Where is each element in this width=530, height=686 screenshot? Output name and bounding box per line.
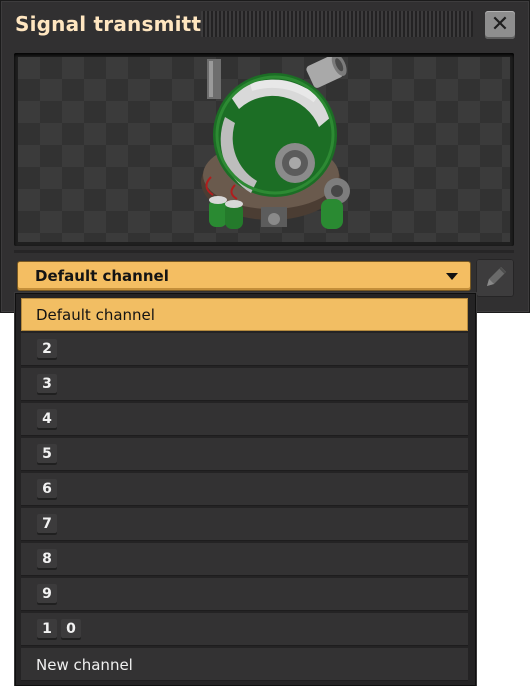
list-item-channel[interactable]: 3: [21, 368, 468, 401]
list-item-channel[interactable]: 6: [21, 473, 468, 506]
list-item-new-channel[interactable]: New channel: [21, 648, 468, 681]
separator: [14, 250, 514, 253]
digit-key: 2: [37, 339, 57, 360]
digit-key: 5: [37, 444, 57, 465]
entity-preview-frame: [14, 53, 514, 246]
list-item-channel[interactable]: 5: [21, 438, 468, 471]
window-title: Signal transmitter: [15, 12, 226, 36]
list-item-label: Default channel: [36, 306, 155, 324]
signal-transmitter-window: Signal transmitter ✕ Default channel: [0, 0, 530, 313]
drag-handle[interactable]: [201, 11, 473, 37]
channel-number: 6: [37, 479, 57, 500]
list-item-label: New channel: [36, 656, 133, 674]
digit-key: 0: [61, 619, 81, 640]
digit-key: 9: [37, 584, 57, 605]
digit-key: 6: [37, 479, 57, 500]
channel-number: 10: [37, 619, 81, 640]
edit-channel-button[interactable]: [476, 259, 514, 297]
digit-key: 1: [37, 619, 57, 640]
list-item-channel[interactable]: 2: [21, 333, 468, 366]
pencil-icon: [487, 267, 506, 286]
channel-number: 9: [37, 584, 57, 605]
digit-key: 4: [37, 409, 57, 430]
digit-key: 7: [37, 514, 57, 535]
digit-key: 8: [37, 549, 57, 570]
channel-number: 4: [37, 409, 57, 430]
list-item-channel[interactable]: 4: [21, 403, 468, 436]
channel-dropdown-list: Default channel New channel 2 3 4 5 6 7 8 9 10: [15, 293, 476, 686]
list-item-channel[interactable]: 8: [21, 543, 468, 576]
close-button[interactable]: ✕: [485, 11, 515, 39]
close-icon: ✕: [490, 12, 510, 37]
list-item-channel[interactable]: 7: [21, 508, 468, 541]
channel-number: 5: [37, 444, 57, 465]
caret-down-icon: [446, 273, 458, 280]
channel-number: 2: [37, 339, 57, 360]
channel-number: 7: [37, 514, 57, 535]
list-item-default-channel[interactable]: Default channel: [21, 298, 468, 331]
entity-preview: [18, 57, 510, 242]
list-item-channel[interactable]: 10: [21, 613, 468, 646]
digit-key: 3: [37, 374, 57, 395]
channel-number: 3: [37, 374, 57, 395]
channel-dropdown-value: Default channel: [35, 267, 169, 285]
radar-transmitter-image: [201, 57, 350, 229]
channel-number: 8: [37, 549, 57, 570]
list-item-channel[interactable]: 9: [21, 578, 468, 611]
titlebar: Signal transmitter ✕: [1, 1, 529, 49]
channel-dropdown[interactable]: Default channel: [18, 262, 470, 290]
